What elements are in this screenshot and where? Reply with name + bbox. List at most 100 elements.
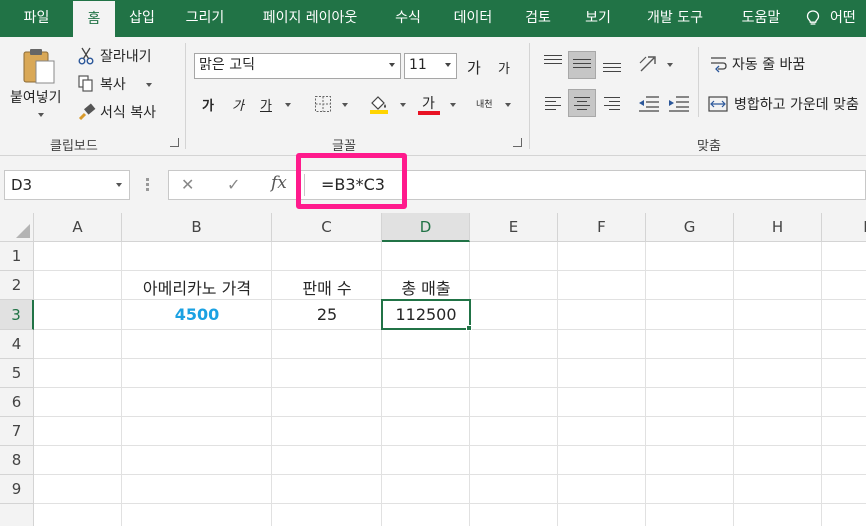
font-group-label: 글꼴: [332, 139, 356, 154]
column-header-e[interactable]: E: [470, 213, 558, 242]
paintbrush-icon: [78, 103, 96, 121]
font-color-dropdown-arrow[interactable]: [450, 103, 456, 107]
enter-button[interactable]: ✓: [227, 175, 240, 194]
row-header-4[interactable]: 4: [0, 330, 34, 359]
orientation-icon[interactable]: [638, 53, 662, 75]
insert-function-button[interactable]: fx: [271, 173, 287, 193]
tab-page-layout[interactable]: 페이지 레이아웃: [244, 0, 376, 37]
font-name-dropdown[interactable]: 맑은 고딕: [194, 53, 401, 79]
copy-dropdown-arrow[interactable]: [146, 83, 152, 87]
align-bottom-icon[interactable]: [603, 63, 621, 77]
column-header-d[interactable]: D: [382, 213, 470, 242]
name-box-dropdown-arrow[interactable]: [116, 183, 122, 187]
wrap-text-icon: [711, 57, 727, 73]
tell-me-label: 어떤: [830, 10, 856, 26]
format-painter-label: 서식 복사: [100, 105, 156, 121]
align-middle-icon: [573, 59, 591, 73]
fill-color-dropdown-arrow[interactable]: [400, 103, 406, 107]
gridline: [557, 242, 558, 526]
tab-view[interactable]: 보기: [570, 0, 626, 37]
tab-home[interactable]: 홈: [73, 1, 115, 38]
font-name-arrow: [389, 63, 395, 67]
tab-help[interactable]: 도움말: [728, 0, 794, 37]
fill-handle[interactable]: [466, 325, 472, 331]
decrease-indent-icon[interactable]: [638, 95, 660, 113]
underline-dropdown-arrow[interactable]: [285, 103, 291, 107]
borders-dropdown-arrow[interactable]: [342, 103, 348, 107]
row-header-8[interactable]: 8: [0, 446, 34, 475]
select-all-corner[interactable]: [0, 213, 34, 242]
cut-button[interactable]: 잘라내기: [76, 45, 172, 67]
active-cell-border: [381, 299, 471, 330]
tell-me-search[interactable]: 어떤: [806, 0, 856, 37]
align-top-icon[interactable]: [544, 55, 562, 69]
name-box[interactable]: D3: [4, 170, 130, 200]
group-divider: [185, 43, 186, 149]
alignment-group-label: 맞춤: [697, 139, 721, 154]
grow-font-button[interactable]: 가: [467, 57, 481, 78]
tab-draw[interactable]: 그리기: [171, 0, 239, 37]
row-header-6[interactable]: 6: [0, 388, 34, 417]
border-icon: [315, 96, 331, 112]
font-color-glyph: 가: [422, 96, 435, 112]
wrap-text-button[interactable]: 자동 줄 바꿈: [708, 53, 866, 75]
column-header-h[interactable]: H: [734, 213, 822, 242]
row-header-2[interactable]: 2: [0, 271, 34, 300]
column-header-i[interactable]: I: [822, 213, 866, 242]
font-dialog-launcher[interactable]: [513, 138, 522, 147]
cell-c2[interactable]: 판매 수: [272, 275, 382, 299]
row-header-7[interactable]: 7: [0, 417, 34, 446]
gridline: [34, 445, 866, 446]
tab-formulas[interactable]: 수식: [380, 0, 436, 37]
formula-bar-grip[interactable]: [146, 178, 149, 192]
tab-review[interactable]: 검토: [510, 0, 566, 37]
shrink-font-button[interactable]: 가: [498, 58, 510, 77]
column-header-b[interactable]: B: [122, 213, 272, 242]
worksheet-grid: A B C D E F G H I 1 2 3 4 5 6 7 8 9 아메리카…: [0, 213, 866, 526]
format-painter-button[interactable]: 서식 복사: [76, 101, 172, 123]
tab-developer[interactable]: 개발 도구: [626, 0, 724, 37]
cell-b2[interactable]: 아메리카노 가격: [122, 275, 272, 299]
paste-button[interactable]: 붙여넣기: [4, 45, 68, 127]
align-left-icon[interactable]: [545, 97, 561, 110]
clipboard-dialog-launcher[interactable]: [170, 138, 179, 147]
font-color-button[interactable]: 가: [418, 93, 458, 117]
tab-data[interactable]: 데이터: [440, 0, 506, 37]
font-size-dropdown[interactable]: 11: [404, 53, 457, 79]
column-header-f[interactable]: F: [558, 213, 646, 242]
orientation-dropdown-arrow[interactable]: [667, 63, 673, 67]
borders-button[interactable]: [314, 95, 348, 115]
copy-button[interactable]: 복사: [76, 73, 166, 95]
increase-indent-icon[interactable]: [668, 95, 690, 113]
tab-insert[interactable]: 삽입: [116, 0, 168, 37]
tab-file[interactable]: 파일: [0, 0, 73, 37]
gridline: [733, 242, 734, 526]
underline-button[interactable]: 가: [260, 95, 272, 114]
phonetic-dropdown-arrow[interactable]: [505, 103, 511, 107]
italic-button[interactable]: 가: [232, 95, 244, 114]
paste-dropdown-arrow[interactable]: [38, 113, 44, 117]
wrap-text-label: 자동 줄 바꿈: [732, 57, 806, 73]
row-header-3[interactable]: 3: [0, 300, 34, 330]
merge-center-label: 병합하고 가운데 맞춤: [734, 97, 859, 113]
column-header-g[interactable]: G: [646, 213, 734, 242]
column-header-a[interactable]: A: [34, 213, 122, 242]
cell-b3[interactable]: 4500: [122, 305, 272, 324]
gridline: [34, 416, 866, 417]
gridline: [645, 242, 646, 526]
font-size-arrow: [445, 63, 451, 67]
row-header-5[interactable]: 5: [0, 359, 34, 388]
column-header-c[interactable]: C: [272, 213, 382, 242]
row-header-9[interactable]: 9: [0, 475, 34, 504]
font-color-swatch: [418, 111, 440, 115]
cell-d2[interactable]: 총 매출: [382, 275, 470, 299]
row-header-1[interactable]: 1: [0, 242, 34, 271]
cancel-button[interactable]: ✕: [181, 175, 194, 194]
merge-center-button[interactable]: 병합하고 가운데 맞춤: [708, 93, 866, 115]
group-divider: [698, 47, 699, 117]
cell-c3[interactable]: 25: [272, 305, 382, 324]
fill-color-button[interactable]: [368, 93, 408, 117]
align-right-icon[interactable]: [604, 97, 620, 110]
phonetic-guide-button[interactable]: 내천: [476, 97, 493, 110]
bold-button[interactable]: 가: [202, 95, 214, 114]
